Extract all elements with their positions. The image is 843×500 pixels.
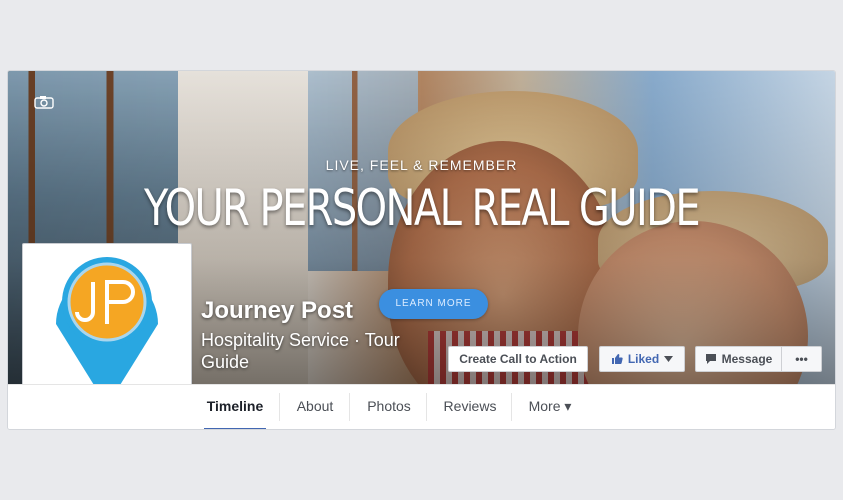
learn-more-button[interactable]: LEARN MORE [379,289,488,319]
page-tabs: Timeline About Photos Reviews More ▾ [8,384,835,429]
create-call-to-action-button[interactable]: Create Call to Action [448,346,588,372]
page-name[interactable]: Journey Post [201,297,353,325]
page-category[interactable]: Hospitality Service · Tour Guide [201,329,431,373]
page-header-card: LIVE, FEEL & REMEMBER YOUR PERSONAL REAL… [7,70,836,430]
tab-divider [426,393,427,421]
message-label: Message [721,352,773,366]
liked-label: Liked [627,352,660,366]
tab-divider [279,393,280,421]
liked-button[interactable]: Liked [599,346,685,372]
tab-more[interactable]: More ▾ [520,385,580,428]
thumbs-up-icon [611,354,623,364]
tab-photos[interactable]: Photos [358,385,420,428]
tab-timeline[interactable]: Timeline [204,385,266,429]
tab-about[interactable]: About [288,385,342,428]
tab-reviews[interactable]: Reviews [436,385,504,428]
cover-tagline: LIVE, FEEL & REMEMBER [325,157,518,173]
cover-headline: YOUR PERSONAL REAL GUIDE [143,179,701,237]
tab-divider [349,393,350,421]
update-cover-camera-icon[interactable] [34,95,54,109]
message-bubble-icon [705,354,716,364]
create-call-to-action-label: Create Call to Action [459,352,577,366]
more-options-button[interactable]: ••• [781,346,822,372]
more-options-label: ••• [795,352,808,366]
caret-down-icon [664,356,674,362]
tab-divider [511,393,512,421]
message-button[interactable]: Message [695,346,782,372]
